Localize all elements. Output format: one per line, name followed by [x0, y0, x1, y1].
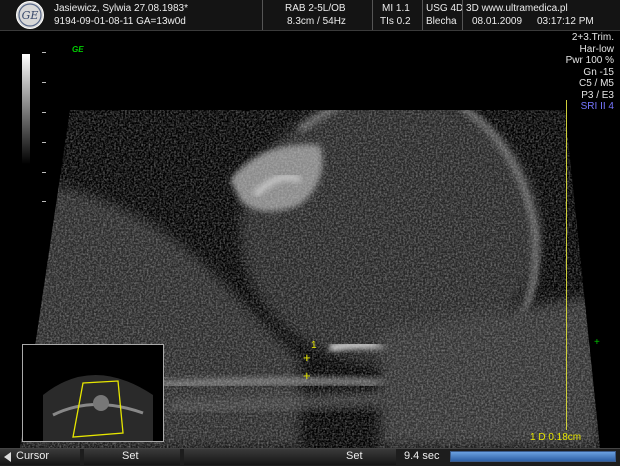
- cine-time: 9.4 sec: [404, 450, 440, 462]
- measurement-readout: 1 D 0.18cm: [530, 432, 582, 443]
- param-c-m: C5 / M5: [578, 78, 614, 89]
- cursor-label: Cursor: [16, 450, 50, 462]
- header-divider: [422, 0, 423, 30]
- probe-label: RAB 2-5L/OB: [285, 3, 346, 14]
- param-gain: Gn -15: [583, 66, 614, 78]
- measurement-line: [566, 100, 567, 430]
- param-p-e: P3 / E3: [581, 89, 614, 101]
- cine-progress-fill: [451, 452, 615, 461]
- param-preset: 2+3.Trim.: [571, 32, 614, 43]
- header-divider: [262, 0, 263, 30]
- depth-frequency: 8.3cm / 54Hz: [287, 16, 346, 27]
- left-arrow-icon: [4, 452, 11, 462]
- svg-text:GE: GE: [22, 9, 39, 22]
- header-divider: [462, 0, 463, 30]
- header-divider: [372, 0, 373, 30]
- operator-name: Blecha: [426, 16, 457, 27]
- set-label-2: Set: [346, 450, 363, 462]
- ge-logo: GE: [16, 1, 44, 29]
- imaging-parameters: 2+3.Trim. Har-low Pwr 100 % Gn -15 C5 / …: [566, 32, 614, 113]
- param-sri: SRI II 4: [580, 101, 614, 112]
- grayscale-bar: [22, 54, 30, 164]
- param-harmonic: Har-low: [579, 43, 614, 55]
- set-label-1: Set: [122, 450, 139, 462]
- caliper-end[interactable]: +: [303, 369, 311, 382]
- caliper-start[interactable]: +: [303, 351, 311, 364]
- mi-index: MI 1.1: [382, 3, 410, 14]
- exam-time: 03:17:12 PM: [537, 16, 594, 27]
- clinic-name: USG 4D 3D www.ultramedica.pl: [426, 3, 568, 14]
- depth-scale: [42, 52, 48, 202]
- focus-marker: +: [594, 337, 600, 348]
- cine-progress-bar[interactable]: [450, 451, 616, 462]
- param-power: Pwr 100 %: [565, 55, 614, 66]
- reference-thumbnail: [22, 344, 164, 442]
- tis-index: TIs 0.2: [380, 16, 411, 27]
- cursor-number: 1: [311, 340, 317, 351]
- exam-date: 08.01.2009: [472, 16, 523, 27]
- patient-name: Jasiewicz, Sylwia 27.08.1983*: [54, 3, 188, 14]
- exam-id: 9194-09-01-08-11 GA=13w0d: [54, 16, 186, 27]
- ge-badge: GE: [72, 45, 84, 54]
